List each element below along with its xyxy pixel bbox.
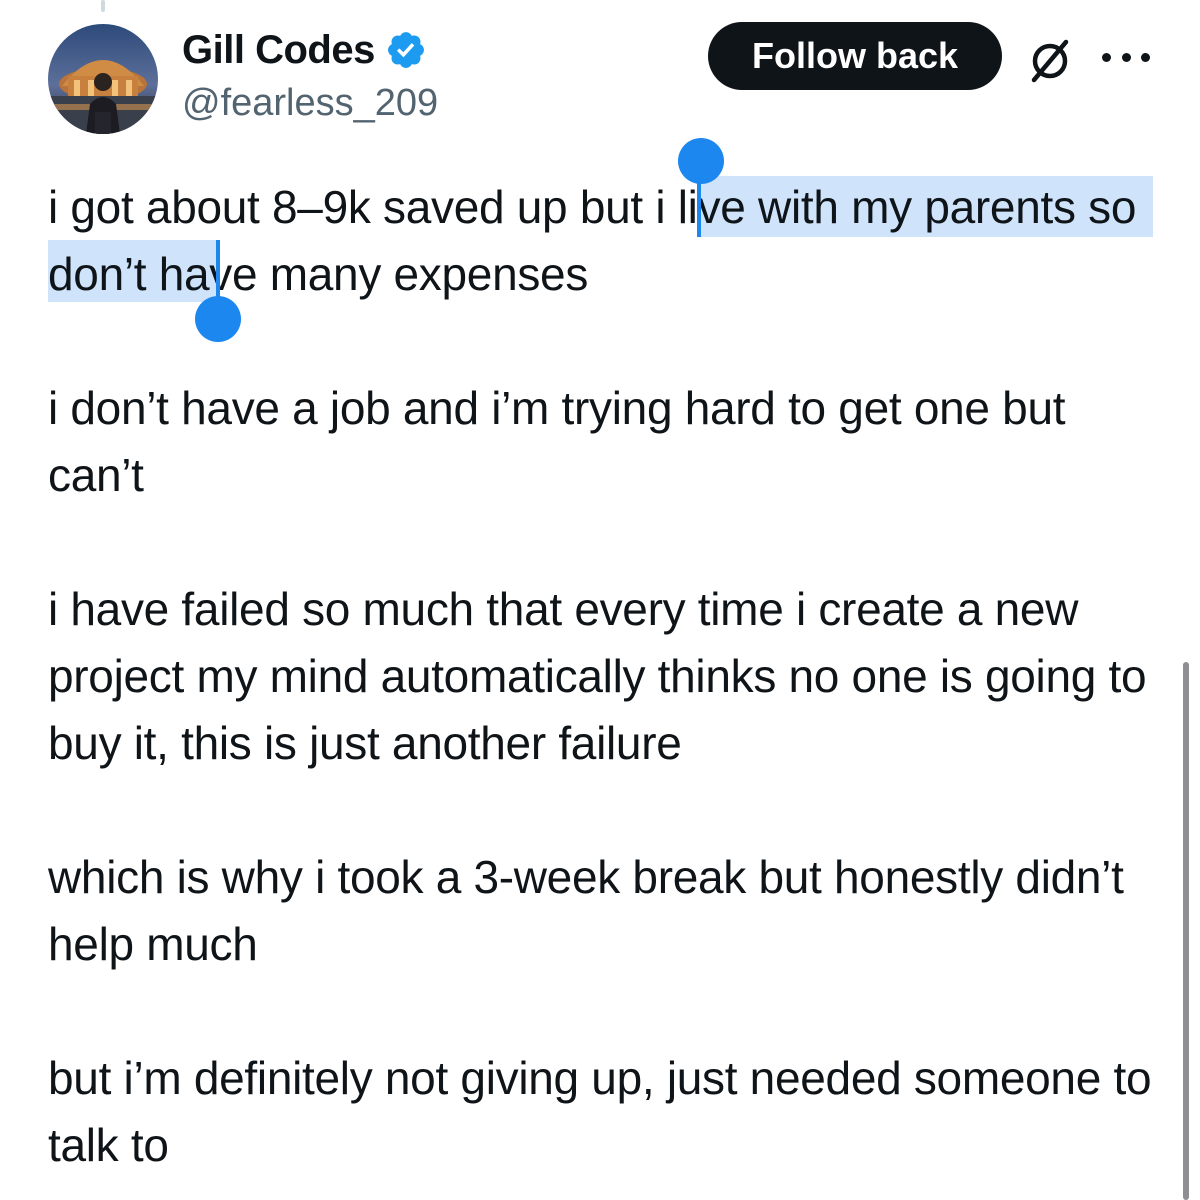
display-name[interactable]: Gill Codes [182,28,375,73]
tweet-paragraph: which is why i took a 3-week break but h… [48,851,1124,970]
verified-badge-icon[interactable] [385,29,427,71]
scrollbar[interactable] [1183,662,1189,1200]
tweet-text-segment: i got about 8–9k saved up but [48,181,656,233]
more-dot [1141,52,1150,62]
selection-start-caret [697,176,701,237]
selection-start-handle[interactable] [678,138,724,184]
tweet-paragraph: but i’m definitely not giving up, just n… [48,1052,1152,1171]
tweet-paragraph: i got about 8–9k saved up but i live wit… [48,174,1158,308]
follow-back-button[interactable]: Follow back [708,22,1002,90]
selection-end-handle[interactable] [195,296,241,342]
more-dot [1121,52,1131,62]
slashed-circle-icon[interactable] [1024,34,1076,86]
user-handle[interactable]: @fearless_209 [182,82,438,125]
selection-end-caret [216,240,220,302]
more-dot [1102,52,1111,62]
avatar[interactable] [48,24,158,134]
more-horizontal-icon[interactable] [1102,42,1150,72]
thread-connector-line [101,0,105,12]
tweet-paragraph: i don’t have a job and i’m trying hard t… [48,382,1066,501]
avatar-photo [48,24,158,134]
selected-text[interactable]: i live with my parents [655,181,1076,233]
tweet-paragraph: i have failed so much that every time i … [48,583,1147,769]
